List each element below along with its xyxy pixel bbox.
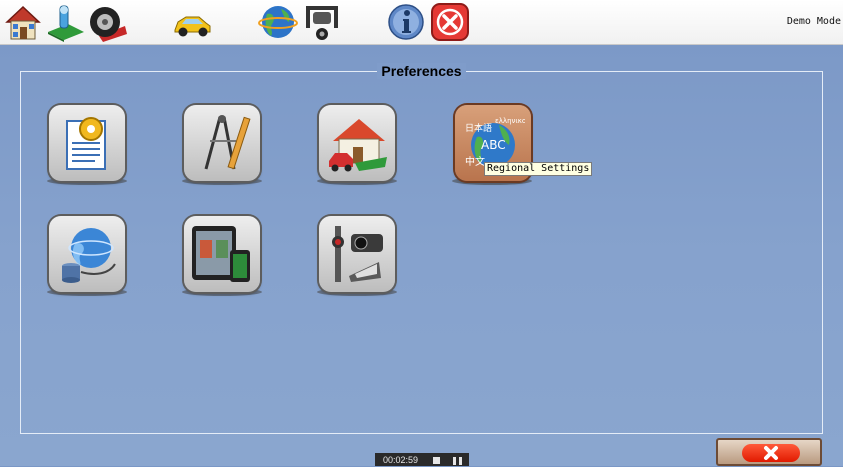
- drafting-tools-icon: [204, 115, 251, 170]
- regional-greek-text: ελληνικο: [495, 117, 525, 125]
- vehicle-button[interactable]: [172, 2, 212, 42]
- tile-network[interactable]: [49, 216, 125, 292]
- lift-adjust-icon: [48, 5, 84, 42]
- top-toolbar: Demo Mode: [0, 0, 843, 45]
- tire-icon: [90, 7, 127, 42]
- home-icon: [5, 5, 41, 40]
- wheel-alignment-button[interactable]: [302, 2, 342, 42]
- tire-button[interactable]: [89, 2, 129, 42]
- panel-title: Preferences: [0, 63, 843, 79]
- tile-settings[interactable]: [49, 105, 125, 181]
- close-x-icon: [764, 446, 778, 460]
- tile-garage[interactable]: [319, 105, 395, 181]
- close-icon: [431, 3, 469, 41]
- tablet-devices-icon: [192, 226, 250, 282]
- tile-drafting[interactable]: [184, 105, 260, 181]
- info-icon: [388, 4, 424, 40]
- regional-ja-text: 日本語: [465, 122, 492, 134]
- wheel-alignment-icon: [306, 6, 338, 40]
- preferences-panel: [20, 71, 823, 434]
- regional-settings-tooltip: Regional Settings: [484, 162, 593, 176]
- recording-timer-bar: 00:02:59: [375, 453, 469, 466]
- info-button[interactable]: [386, 2, 426, 42]
- settings-document-icon: [66, 117, 106, 170]
- stop-icon[interactable]: [433, 457, 440, 464]
- tile-devices[interactable]: [184, 216, 260, 292]
- exit-button[interactable]: [430, 2, 470, 42]
- internet-button[interactable]: [258, 2, 298, 42]
- demo-mode-label: Demo Mode: [786, 16, 841, 27]
- garage-house-icon: [329, 119, 387, 172]
- pause-icon[interactable]: [453, 457, 462, 465]
- regional-abc-text: ABC: [481, 138, 506, 152]
- network-database-icon: [62, 228, 116, 283]
- regional-zh-text: 中文: [465, 155, 485, 168]
- lift-adjust-button[interactable]: [46, 2, 86, 42]
- home-button[interactable]: [3, 2, 43, 42]
- globe-icon: [258, 6, 298, 38]
- close-preferences-button[interactable]: [716, 438, 822, 466]
- tile-sensor[interactable]: [319, 216, 395, 292]
- car-icon: [174, 16, 211, 37]
- panel-title-text: Preferences: [377, 63, 466, 79]
- timer-text: 00:02:59: [383, 455, 419, 465]
- sensor-camera-icon: [332, 226, 383, 282]
